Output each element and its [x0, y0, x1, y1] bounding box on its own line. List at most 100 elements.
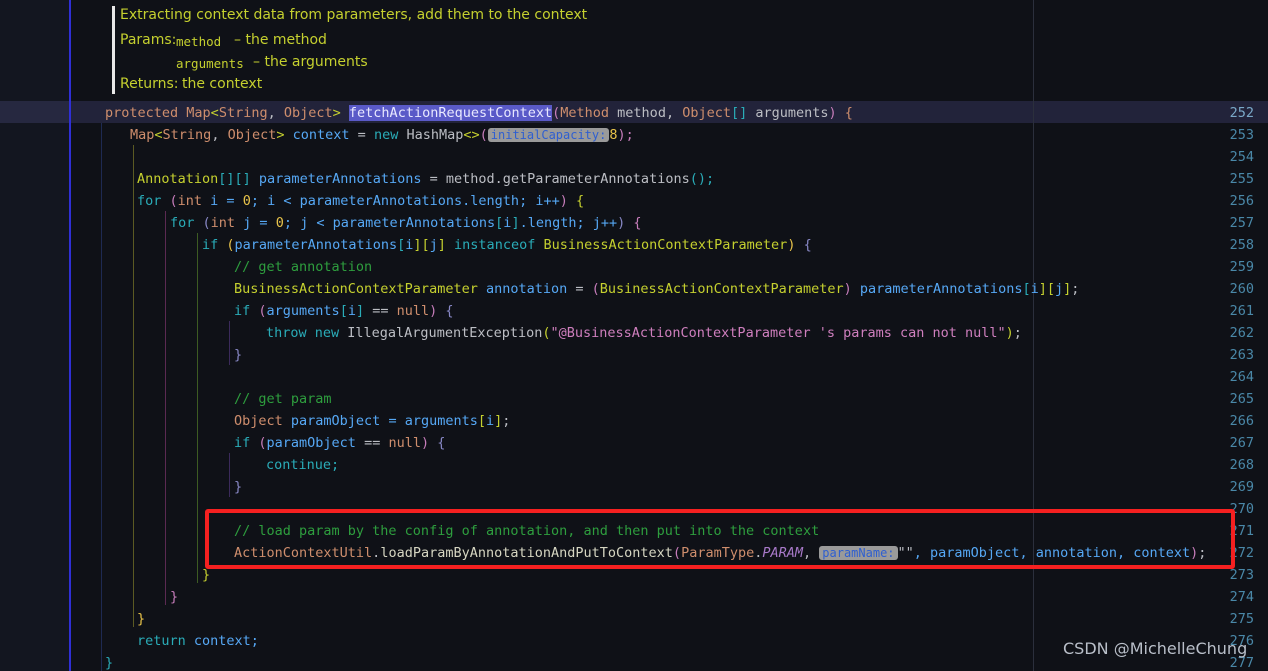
line-number: 271 [1229, 523, 1254, 539]
line-number: 256 [1229, 193, 1254, 209]
tok: parameterAnnotations [250, 171, 422, 187]
tok: Annotation [137, 171, 219, 187]
tok: for [137, 193, 162, 209]
line-number: 253 [1229, 127, 1254, 143]
line-number: 265 [1229, 391, 1254, 407]
tok: = [567, 281, 592, 297]
code-line-274[interactable]: } [170, 589, 178, 605]
doc-comment-block: Extracting context data from parameters,… [104, 0, 744, 101]
tok: j = [235, 215, 276, 231]
right-margin-ruler [1033, 0, 1034, 671]
code-line-253[interactable]: Map<String, Object> context = new HashMa… [130, 127, 634, 143]
tok: ] [355, 303, 365, 319]
tok: Map [186, 105, 211, 121]
code-line-271[interactable]: // load param by the config of annotatio… [234, 523, 819, 539]
code-line-258[interactable]: if (parameterAnnotations[i][j] instanceo… [202, 237, 812, 253]
tok: { [836, 105, 853, 121]
tok: ] [437, 237, 446, 253]
tok: [][] [218, 171, 251, 187]
tok: ); [617, 127, 634, 143]
doc-params-label: Params: [120, 32, 177, 48]
tok: 8 [609, 127, 618, 143]
tok: 0 [242, 193, 251, 209]
tok: , context [1117, 545, 1191, 561]
code-line-259[interactable]: // get annotation [234, 259, 372, 275]
tok: [] [730, 105, 748, 121]
code-editor[interactable]: Extracting context data from parameters,… [0, 0, 1268, 671]
line-number: 255 [1229, 171, 1254, 187]
code-line-267[interactable]: if (paramObject == null) { [234, 435, 445, 451]
tok: String [162, 127, 212, 143]
code-line-266[interactable]: Object paramObject = arguments[i]; [234, 413, 510, 429]
tok: int [210, 215, 236, 231]
tok: BusinessActionContextParameter [234, 281, 478, 297]
line-number: 275 [1229, 611, 1254, 627]
tok: , [211, 127, 228, 143]
inlay-hint-initial-capacity[interactable]: initialCapacity: [487, 128, 610, 142]
line-number: 264 [1229, 369, 1254, 385]
tok: protected [105, 105, 187, 121]
tok: ( [542, 325, 551, 341]
caret-line-gutter-highlight [0, 101, 70, 123]
code-line-268[interactable]: continue; [266, 457, 339, 473]
tok: Object [682, 105, 731, 121]
code-line-263[interactable]: } [234, 347, 242, 363]
doc-returns-label: Returns: [120, 76, 179, 92]
tok: { [795, 237, 812, 253]
line-number: 252 [1229, 105, 1254, 121]
tok: = method. [421, 171, 503, 187]
code-line-256[interactable]: for (int i = 0; i < parameterAnnotations… [137, 193, 584, 209]
tok: instanceof [445, 237, 544, 253]
line-number: 260 [1229, 281, 1254, 297]
tok: = arguments [380, 413, 478, 429]
tok: Method [560, 105, 610, 121]
tok: ; [502, 413, 511, 429]
tok: i = [202, 193, 243, 209]
code-line-257[interactable]: for (int j = 0; j < parameterAnnotations… [170, 215, 642, 231]
tok: ( [479, 127, 488, 143]
tok: ; [1013, 325, 1022, 341]
tok: arguments [266, 303, 340, 319]
code-line-252[interactable]: protected Map<String, Object> fetchActio… [105, 105, 853, 121]
code-line-265[interactable]: // get param [234, 391, 332, 407]
tok: ) [843, 281, 852, 297]
tok: ) [1005, 325, 1014, 341]
tok: 0 [275, 215, 284, 231]
code-line-260[interactable]: BusinessActionContextParameter annotatio… [234, 281, 1079, 297]
inlay-hint-param-name[interactable]: paramName: [819, 546, 898, 560]
tok: ] [511, 215, 520, 231]
tok: annotation [477, 281, 568, 297]
code-line-255[interactable]: Annotation[][] parameterAnnotations = me… [137, 171, 714, 187]
tok: i [1030, 281, 1039, 297]
selected-symbol[interactable]: fetchActionRequestContext [348, 105, 553, 121]
code-line-275[interactable]: } [137, 611, 145, 627]
indent-guide-1 [101, 123, 102, 671]
line-number: 270 [1229, 501, 1254, 517]
code-line-269[interactable]: } [234, 479, 242, 495]
tok: , annotation [1019, 545, 1117, 561]
tok: if [234, 435, 251, 451]
tok: null [396, 303, 430, 319]
tok: paramObject [282, 413, 381, 429]
tok: = [349, 127, 374, 143]
tok: ) [559, 193, 568, 209]
line-number: 263 [1229, 347, 1254, 363]
tok: < [210, 105, 219, 121]
tok: HashMap [398, 127, 464, 143]
line-number: 258 [1229, 237, 1254, 253]
tok: { [429, 435, 446, 451]
code-line-261[interactable]: if (arguments[i] == null) { [234, 303, 454, 319]
code-line-277[interactable]: } [105, 655, 113, 671]
code-line-276[interactable]: return context; [137, 633, 259, 649]
tok: parameterAnnotations [851, 281, 1023, 297]
tok: ParamType [681, 545, 755, 561]
tok: new [306, 325, 340, 341]
tok: Object [234, 413, 283, 429]
code-line-273[interactable]: } [202, 567, 210, 583]
code-line-262[interactable]: throw new IllegalArgumentException("@Bus… [266, 325, 1022, 341]
line-number: 274 [1229, 589, 1254, 605]
tok: arguments [747, 105, 829, 121]
line-number: 254 [1229, 149, 1254, 165]
tok: for [170, 215, 195, 231]
code-line-272[interactable]: ActionContextUtil.loadParamByAnnotationA… [234, 545, 1206, 561]
